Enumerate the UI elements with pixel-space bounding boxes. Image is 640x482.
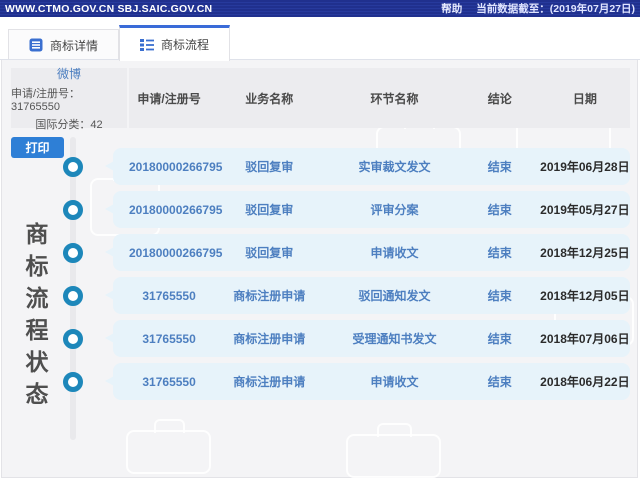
watermark-shape — [126, 419, 211, 474]
table-row: 31765550 商标注册申请 受理通知书发文 结束 2018年07月06日 — [105, 320, 630, 357]
row-cell: 2019年05月27日 — [540, 203, 630, 217]
tab-trademark-process[interactable]: 商标流程 — [119, 25, 230, 61]
row-cell: 结束 — [487, 246, 512, 260]
row-cell: 商标注册申请 — [233, 332, 306, 346]
row-cell: 20180000266795 — [129, 202, 223, 217]
row-cell: 结束 — [487, 203, 512, 217]
print-button[interactable]: 打印 — [11, 137, 64, 158]
table-row: 20180000266795 驳回复审 申请收文 结束 2018年12月25日 — [105, 234, 630, 271]
row-cell: 31765550 — [142, 288, 196, 303]
row-cell: 评审分案 — [370, 203, 419, 217]
row-cell: 商标注册申请 — [233, 289, 306, 303]
row-cell: 实审裁文发文 — [358, 160, 431, 174]
column-header: 业务名称 — [245, 91, 294, 106]
document-icon — [29, 38, 43, 52]
site-domains: WWW.CTMO.GOV.CN SBJ.SAIC.GOV.CN — [5, 2, 213, 15]
data-cutoff-label: 当前数据截至：(2019年07月27日) — [476, 3, 635, 15]
table-row: 31765550 商标注册申请 驳回通知发文 结束 2018年12月05日 — [105, 277, 630, 314]
row-cell: 20180000266795 — [129, 245, 223, 260]
trademark-name-link[interactable]: 微博 — [57, 65, 81, 82]
list-icon — [139, 38, 154, 52]
timeline-node — [63, 242, 83, 263]
timeline-node — [63, 328, 83, 349]
row-cell: 31765550 — [142, 331, 196, 346]
tab-label: 商标详情 — [49, 38, 98, 53]
row-cell: 20180000266795 — [129, 159, 223, 174]
timeline-node — [63, 156, 83, 177]
tab-trademark-details[interactable]: 商标详情 — [8, 29, 119, 60]
column-header: 日期 — [572, 91, 597, 106]
row-cell: 结束 — [487, 160, 512, 174]
table-row: 20180000266795 驳回复审 实审裁文发文 结束 2019年06月28日 — [105, 148, 630, 185]
process-content: 微博 申请/注册号：31765550 国际分类：42 申请/注册号 业务名称 环节名… — [1, 60, 638, 478]
vertical-page-title: 商标流程状态 — [22, 222, 48, 414]
row-cell: 2019年06月28日 — [540, 160, 630, 174]
column-header: 环节名称 — [370, 91, 419, 106]
row-cell: 2018年12月25日 — [540, 246, 630, 260]
row-cell: 2018年06月22日 — [540, 375, 630, 389]
row-cell: 结束 — [487, 375, 512, 389]
row-cell: 驳回复审 — [245, 246, 294, 260]
row-cell: 驳回复审 — [245, 160, 294, 174]
row-cell: 31765550 — [142, 374, 196, 389]
help-link[interactable]: 帮助 — [441, 1, 462, 16]
row-cell: 2018年07月06日 — [540, 332, 630, 346]
tab-strip: 商标详情 商标流程 — [0, 17, 640, 61]
registration-number-label: 申请/注册号：31765550 — [11, 87, 81, 113]
timeline-node — [63, 199, 83, 220]
row-cell: 申请收文 — [370, 375, 419, 389]
trademark-info-card: 微博 申请/注册号：31765550 国际分类：42 — [11, 65, 127, 131]
row-cell: 驳回通知发文 — [358, 289, 431, 303]
table-row: 20180000266795 驳回复审 评审分案 结束 2019年05月27日 — [105, 191, 630, 228]
intl-class-label: 国际分类：42 — [35, 118, 103, 131]
watermark-shape — [346, 423, 441, 478]
top-bar: WWW.CTMO.GOV.CN SBJ.SAIC.GOV.CN 帮助 当前数据截… — [0, 0, 640, 17]
row-cell: 结束 — [487, 289, 512, 303]
row-cell: 2018年12月05日 — [540, 289, 630, 303]
row-cell: 结束 — [487, 332, 512, 346]
table-row: 31765550 商标注册申请 申请收文 结束 2018年06月22日 — [105, 363, 630, 400]
timeline-node — [63, 285, 83, 306]
process-rows: 20180000266795 驳回复审 实审裁文发文 结束 2019年06月28日 201… — [105, 148, 630, 406]
row-cell: 受理通知书发文 — [352, 332, 437, 346]
timeline-node — [63, 371, 83, 392]
tab-label: 商标流程 — [160, 38, 209, 52]
row-cell: 商标注册申请 — [233, 375, 306, 389]
row-cell: 申请收文 — [370, 246, 419, 260]
column-header: 结论 — [487, 91, 512, 106]
column-header: 申请/注册号 — [137, 91, 201, 106]
row-cell: 驳回复审 — [245, 203, 294, 217]
table-header: 申请/注册号 业务名称 环节名称 结论 日期 — [129, 68, 630, 128]
trademark-process-page: WWW.CTMO.GOV.CN SBJ.SAIC.GOV.CN 帮助 当前数据截… — [0, 0, 640, 482]
